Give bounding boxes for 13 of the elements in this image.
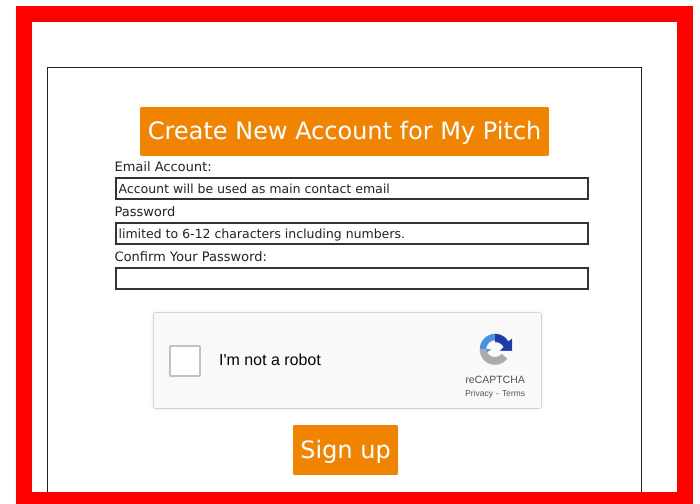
field-label: Confirm Your Password:	[114, 249, 268, 267]
terms-link[interactable]: Terms	[502, 388, 525, 398]
input-field[interactable]: Account will be used as main contact email	[114, 177, 588, 200]
form-title: Create New Account for My Pitch	[140, 107, 550, 156]
field-label: Password	[114, 204, 176, 222]
field-label: Email Account:	[114, 159, 213, 177]
link-separator: -	[496, 388, 499, 398]
input-field[interactable]	[114, 267, 588, 290]
input-field[interactable]: limited to 6-12 characters including numbers.	[114, 222, 588, 245]
captcha-label: I'm not a robot	[219, 352, 322, 370]
captcha-checkbox[interactable]	[169, 344, 201, 376]
privacy-link[interactable]: Privacy	[465, 388, 494, 398]
captcha-brand: reCAPTCHA	[465, 374, 525, 386]
